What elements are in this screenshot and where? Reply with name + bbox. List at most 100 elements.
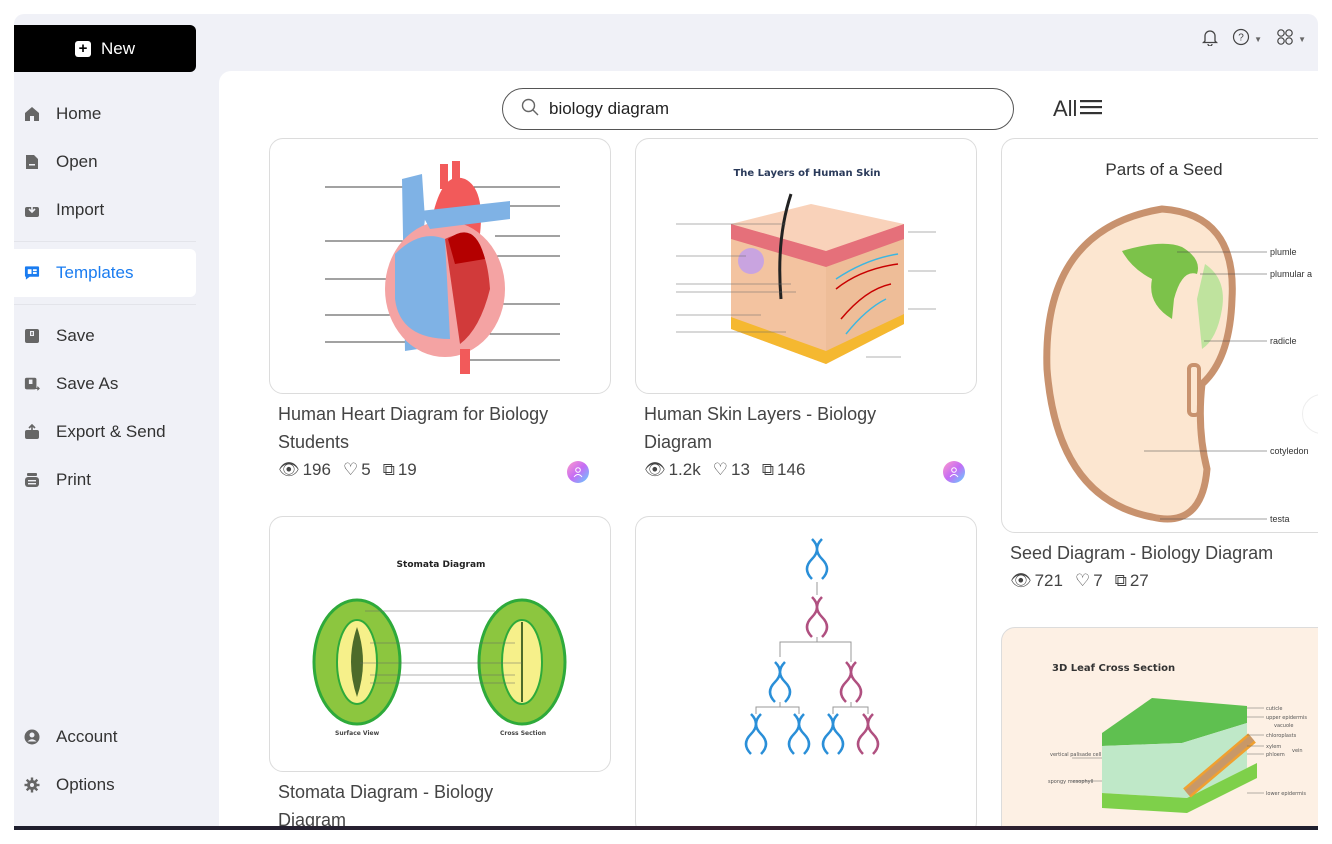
- thumb-title: Stomata Diagram: [397, 560, 486, 570]
- template-thumbnail[interactable]: [635, 516, 977, 828]
- thumb-title: Parts of a Seed: [1105, 160, 1222, 179]
- thumb-label: testa: [1270, 514, 1290, 524]
- views-count: 196: [302, 460, 331, 479]
- template-thumbnail[interactable]: Stomata Diagram Surface View Cross Secti…: [269, 516, 611, 772]
- copies-stat: ⧉ 27: [1115, 571, 1149, 591]
- sidebar-item-label: Templates: [56, 263, 134, 282]
- sidebar-item-account[interactable]: Account: [14, 713, 196, 761]
- template-thumbnail[interactable]: 3D Leaf Cross Section cuticle upper epid…: [1001, 627, 1318, 828]
- views-stat: 👁 721: [1010, 571, 1063, 591]
- sidebar-item-print[interactable]: Print: [14, 456, 196, 504]
- template-card[interactable]: Stomata Diagram Surface View Cross Secti…: [269, 516, 611, 828]
- save-icon: [24, 328, 40, 344]
- export-icon: [24, 424, 40, 440]
- thumb-label: cuticle: [1266, 706, 1282, 712]
- views-count: 721: [1034, 571, 1063, 590]
- thumb-label: upper epidermis: [1266, 715, 1307, 721]
- copies-stat: ⧉ 146: [762, 460, 806, 480]
- seed-diagram-image: Parts of a Seed plumle plumular a radicl…: [1043, 160, 1312, 524]
- sidebar-item-label: Import: [56, 200, 105, 219]
- template-card[interactable]: [635, 516, 977, 828]
- template-title[interactable]: Stomata Diagram - Biology Diagram: [269, 778, 611, 828]
- template-stats: 👁 196 ♡ 5 ⧉ 19: [269, 460, 611, 483]
- sidebar-item-options[interactable]: Options: [14, 761, 196, 809]
- template-stats: 👁 1.2k ♡ 13 ⧉ 146: [635, 460, 977, 483]
- filter-all-button[interactable]: All: [1053, 96, 1103, 122]
- thumb-label: Surface View: [335, 730, 380, 737]
- thumb-label: spongy mesophyll: [1048, 779, 1093, 785]
- taskbar-edge: [14, 826, 1318, 830]
- cross-section: [477, 598, 567, 726]
- copy-icon: ⧉: [382, 460, 395, 479]
- apps-dropdown-caret-icon[interactable]: ▼: [1298, 35, 1306, 44]
- thumb-label: lower epidermis: [1266, 791, 1306, 797]
- apps-grid-icon[interactable]: [1276, 28, 1294, 51]
- sidebar-item-templates[interactable]: Templates: [14, 249, 196, 297]
- title-line: Diagram: [278, 810, 347, 828]
- sidebar-item-save[interactable]: Save: [14, 312, 196, 360]
- sidebar-item-label: Home: [56, 104, 102, 123]
- copies-count: 19: [397, 460, 417, 479]
- thumb-label: Cross Section: [500, 730, 546, 737]
- likes-stat[interactable]: ♡ 7: [1075, 571, 1103, 591]
- menu-icon: [1080, 96, 1103, 122]
- template-title[interactable]: Seed Diagram - Biology Diagram: [1001, 539, 1318, 567]
- help-dropdown-caret-icon[interactable]: ▼: [1254, 35, 1262, 44]
- copies-stat: ⧉ 19: [383, 460, 417, 480]
- skin-layers-image: The Layers of Human Skin: [676, 168, 936, 364]
- template-title[interactable]: Human Skin Layers - Biology Diagram: [635, 400, 977, 456]
- leaf-cross-section-image: 3D Leaf Cross Section cuticle upper epid…: [1048, 663, 1307, 813]
- sidebar-item-home[interactable]: Home: [14, 90, 196, 138]
- template-thumbnail[interactable]: The Layers of Human Skin: [635, 138, 977, 394]
- likes-stat[interactable]: ♡ 13: [713, 460, 750, 480]
- import-icon: [24, 202, 40, 218]
- help-icon[interactable]: ?: [1232, 28, 1250, 51]
- gear-icon: [24, 777, 40, 793]
- thumb-label: vacuole: [1274, 723, 1293, 729]
- bell-icon[interactable]: [1202, 28, 1219, 51]
- thumb-label: radicle: [1270, 336, 1297, 346]
- template-card[interactable]: Human Heart Diagram for Biology Students…: [269, 138, 611, 483]
- heart-icon: ♡: [342, 460, 359, 479]
- template-card[interactable]: Parts of a Seed plumle plumular a radicl…: [1001, 138, 1318, 591]
- sidebar-item-save-as[interactable]: Save As: [14, 360, 196, 408]
- filter-label: All: [1053, 96, 1078, 121]
- sidebar-item-import[interactable]: Import: [14, 186, 196, 234]
- template-card[interactable]: The Layers of Human Skin Human Skin Laye…: [635, 138, 977, 483]
- sidebar-item-open[interactable]: Open: [14, 138, 196, 186]
- eye-icon: 👁: [644, 460, 666, 479]
- thumb-label: vein: [1292, 748, 1303, 754]
- dna-helix: [805, 538, 829, 580]
- template-title[interactable]: Human Heart Diagram for Biology Students: [269, 400, 611, 456]
- heart-icon: ♡: [712, 460, 728, 479]
- search-input[interactable]: [549, 99, 969, 119]
- sidebar-item-label: Export & Send: [56, 422, 166, 441]
- likes-count: 7: [1093, 571, 1103, 590]
- copy-icon: ⧉: [761, 460, 775, 479]
- template-card[interactable]: 3D Leaf Cross Section cuticle upper epid…: [1001, 627, 1318, 828]
- author-avatar[interactable]: [943, 461, 965, 483]
- eye-icon: 👁: [1010, 571, 1032, 590]
- sidebar-nav: Home Open Import Templates Save Save As …: [14, 90, 196, 504]
- thumb-title: The Layers of Human Skin: [733, 168, 880, 179]
- stomata-diagram-image: Stomata Diagram Surface View Cross Secti…: [312, 560, 567, 737]
- sidebar-item-export[interactable]: Export & Send: [14, 408, 196, 456]
- thumb-label: chloroplasts: [1266, 733, 1297, 739]
- template-thumbnail[interactable]: Parts of a Seed plumle plumular a radicl…: [1001, 138, 1318, 533]
- new-button[interactable]: + New: [14, 25, 196, 72]
- title-line: Human Skin Layers - Biology: [644, 404, 877, 424]
- search-icon: [521, 98, 539, 121]
- file-icon: [24, 154, 40, 170]
- template-thumbnail[interactable]: [269, 138, 611, 394]
- save-as-icon: [24, 376, 40, 392]
- user-icon: [573, 467, 583, 478]
- topbar-icons: ? ▼ ▼: [1202, 28, 1306, 51]
- account-icon: [24, 729, 40, 745]
- thumb-title: 3D Leaf Cross Section: [1052, 663, 1175, 674]
- search-bar[interactable]: [502, 88, 1014, 130]
- likes-stat[interactable]: ♡ 5: [343, 460, 371, 480]
- author-avatar[interactable]: [567, 461, 589, 483]
- thumb-label: phloem: [1266, 752, 1285, 758]
- title-line: Students: [278, 432, 350, 452]
- thumb-label: cotyledon: [1270, 446, 1309, 456]
